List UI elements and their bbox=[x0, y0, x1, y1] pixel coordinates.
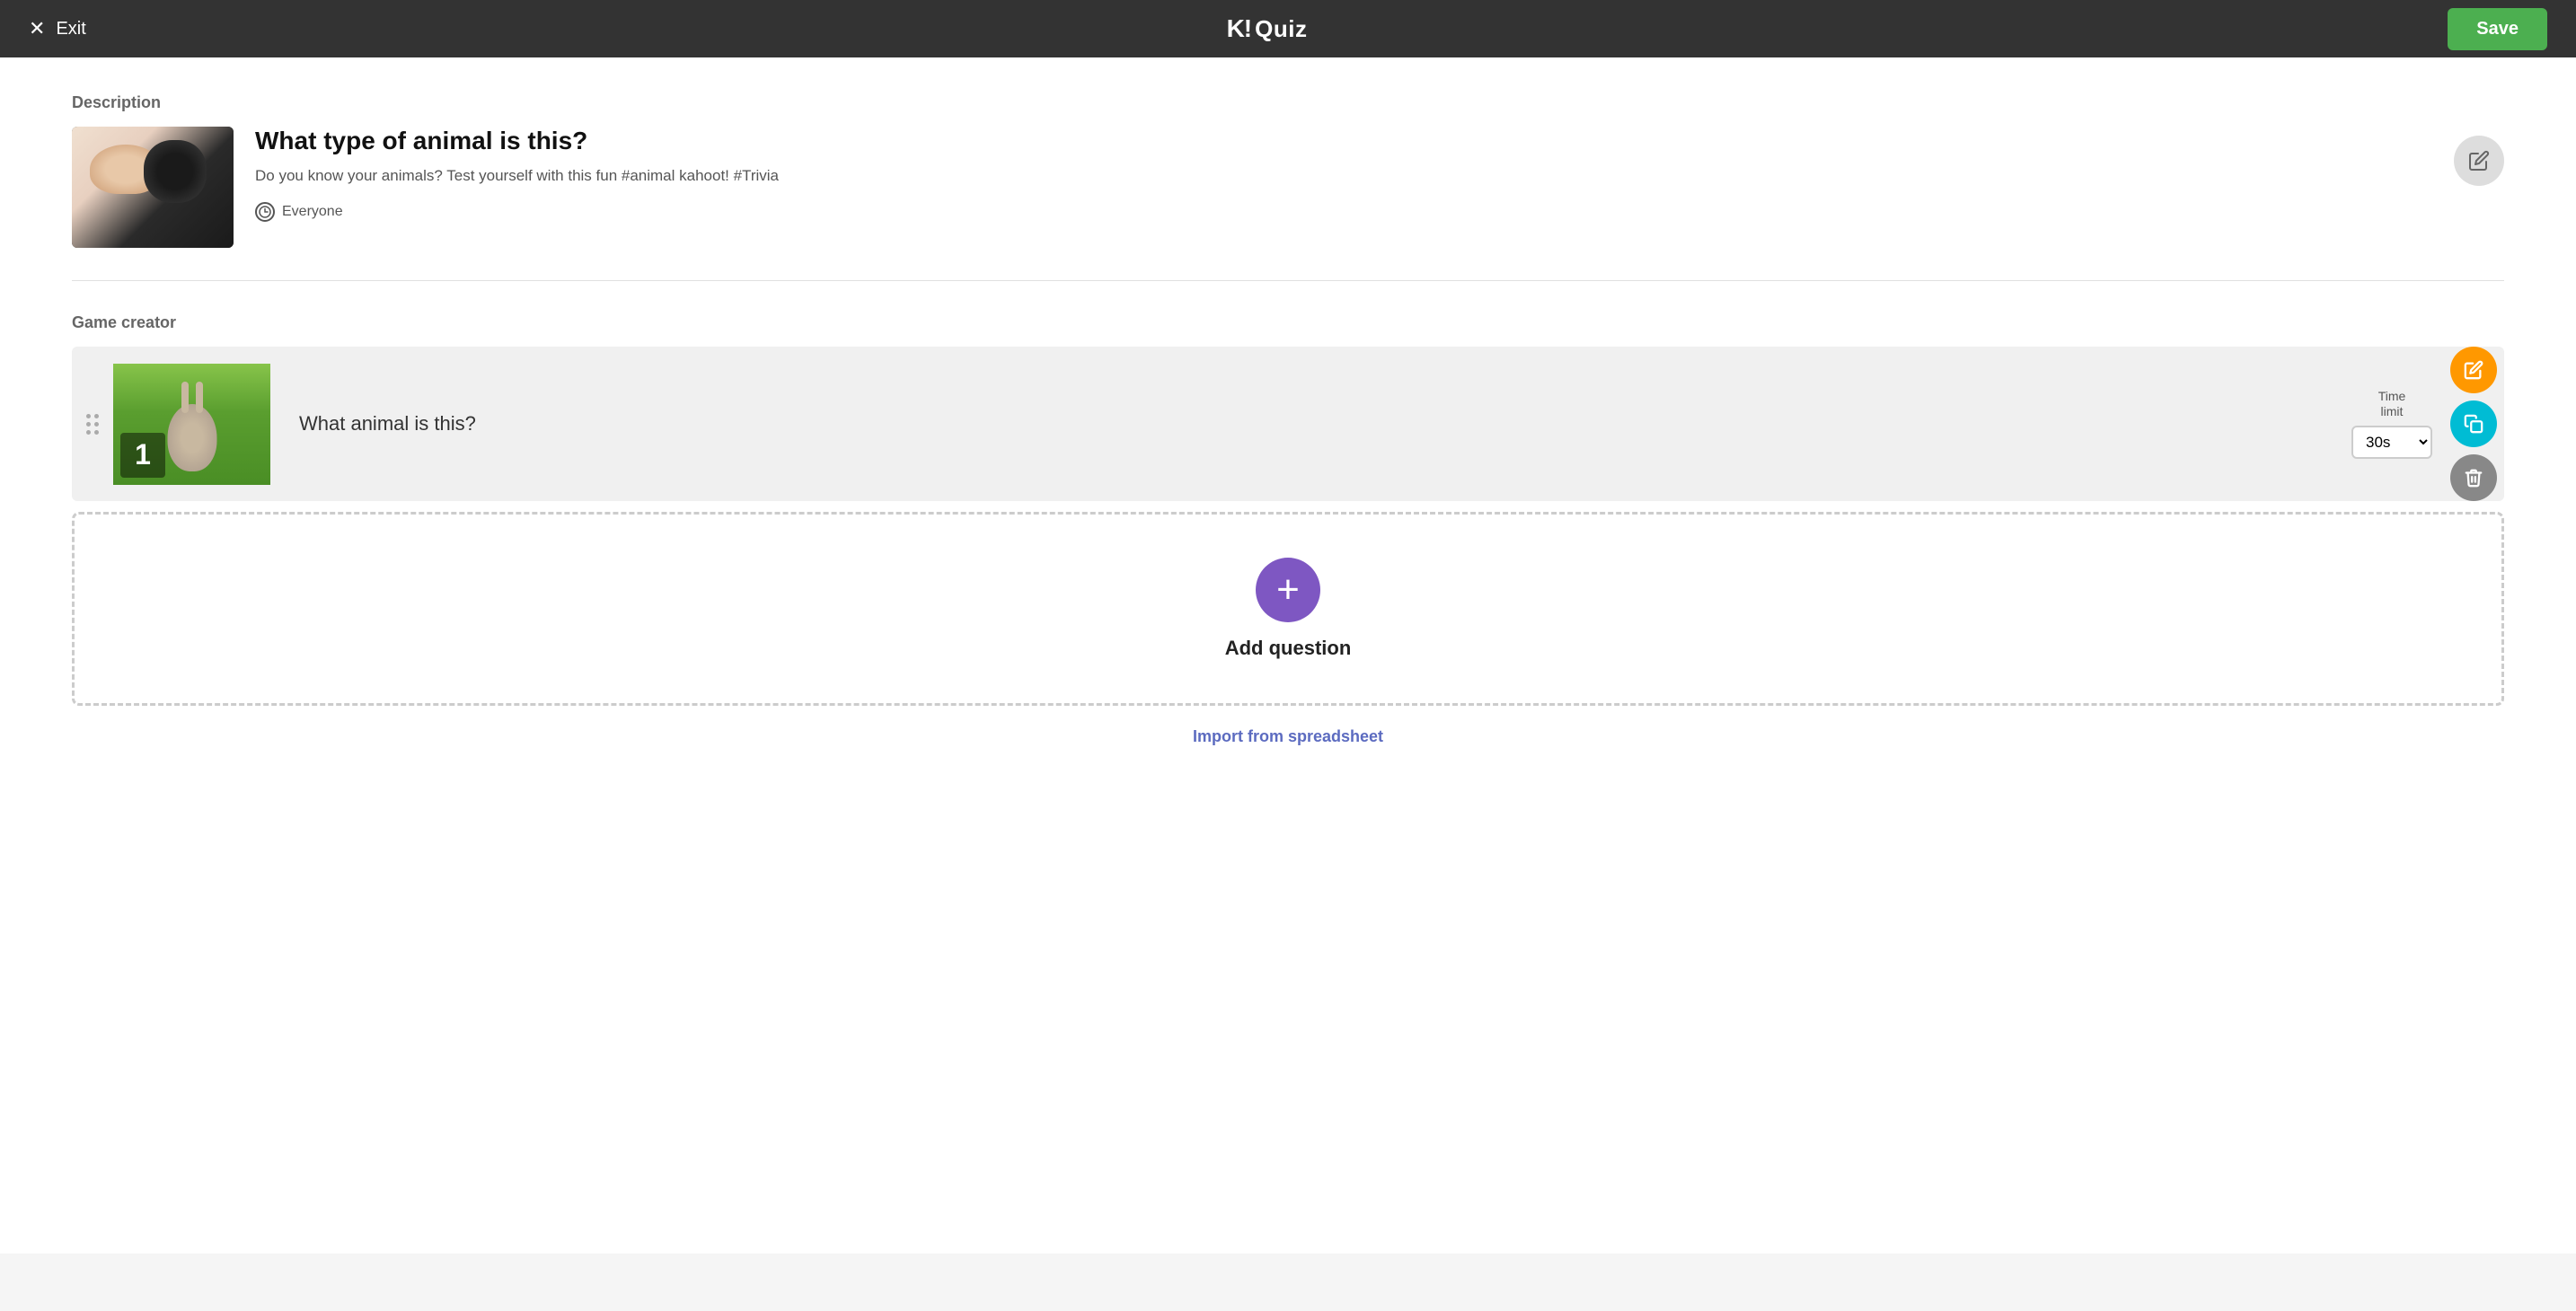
game-creator-label: Game creator bbox=[72, 313, 2504, 332]
action-buttons bbox=[2450, 347, 2504, 501]
edit-question-button[interactable] bbox=[2450, 347, 2497, 393]
description-area: What type of animal is this? Do you know… bbox=[72, 127, 2504, 248]
drag-handle[interactable] bbox=[72, 370, 113, 478]
close-icon: ✕ bbox=[29, 19, 45, 39]
description-text: What type of animal is this? Do you know… bbox=[255, 127, 2504, 222]
question-text: What animal is this? bbox=[270, 412, 2351, 436]
question-image: 1 bbox=[113, 364, 270, 485]
exit-label: Exit bbox=[56, 19, 85, 40]
audience-label: Everyone bbox=[282, 204, 343, 220]
save-button[interactable]: Save bbox=[2448, 8, 2547, 50]
add-question-area[interactable]: + Add question bbox=[72, 512, 2504, 706]
quiz-subtitle: Do you know your animals? Test yourself … bbox=[255, 164, 2504, 188]
quiz-title: What type of animal is this? bbox=[255, 127, 2504, 155]
edit-icon bbox=[2464, 360, 2483, 380]
trash-icon bbox=[2464, 468, 2483, 488]
quiz-thumbnail bbox=[72, 127, 234, 248]
question-card: 1 What animal is this? Timelimit 10s 20s… bbox=[72, 347, 2504, 501]
import-spreadsheet-link[interactable]: Import from spreadsheet bbox=[72, 727, 2504, 746]
add-question-label: Add question bbox=[1225, 637, 1352, 660]
cat-image bbox=[72, 127, 234, 248]
time-limit-select[interactable]: 10s 20s 30s 60s 90s 120s 240s bbox=[2351, 426, 2432, 459]
quiz-word: Quiz bbox=[1255, 15, 1307, 43]
time-limit-label: Timelimit bbox=[2378, 389, 2406, 419]
edit-description-button[interactable] bbox=[2454, 136, 2504, 186]
question-controls: Timelimit 10s 20s 30s 60s 90s 120s 240s bbox=[2351, 389, 2450, 460]
exit-button[interactable]: ✕ Exit bbox=[29, 19, 86, 40]
app-title: K! Quiz bbox=[1227, 14, 1308, 43]
main-content: Description What type of animal is this?… bbox=[0, 57, 2576, 1254]
audience-badge: Everyone bbox=[255, 202, 2504, 222]
pencil-icon bbox=[2468, 150, 2490, 172]
drag-dots-icon bbox=[86, 414, 99, 435]
kahoot-logo: K! bbox=[1227, 14, 1252, 43]
section-divider bbox=[72, 280, 2504, 281]
delete-question-button[interactable] bbox=[2450, 454, 2497, 501]
duplicate-icon bbox=[2464, 414, 2483, 434]
duplicate-question-button[interactable] bbox=[2450, 400, 2497, 447]
add-plus-icon: + bbox=[1256, 558, 1320, 622]
header: ✕ Exit K! Quiz Save bbox=[0, 0, 2576, 57]
question-number: 1 bbox=[120, 433, 165, 478]
audience-icon bbox=[255, 202, 275, 222]
description-section-label: Description bbox=[72, 93, 2504, 112]
